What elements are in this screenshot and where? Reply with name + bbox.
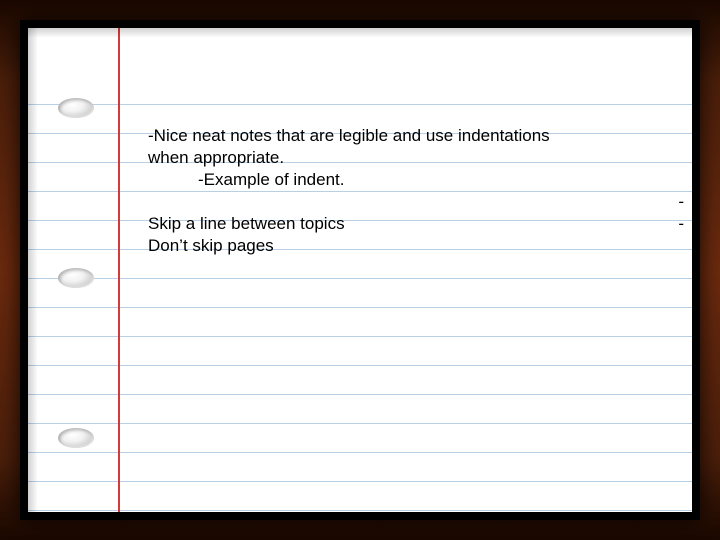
note-line-5: Don’t skip pages <box>148 235 274 256</box>
slide-frame: -Nice neat notes that are legible and us… <box>20 20 700 520</box>
note-dash-right-2: - <box>678 213 684 234</box>
notepad-paper: -Nice neat notes that are legible and us… <box>28 28 692 512</box>
note-line-1: -Nice neat notes that are legible and us… <box>148 125 632 146</box>
note-line-2: when appropriate. <box>148 147 284 168</box>
note-line-4: Skip a line between topics <box>148 213 345 234</box>
note-content: -Nice neat notes that are legible and us… <box>28 28 692 512</box>
note-dash-right-1: - <box>678 191 684 212</box>
note-line-3-indent: -Example of indent. <box>198 169 344 190</box>
